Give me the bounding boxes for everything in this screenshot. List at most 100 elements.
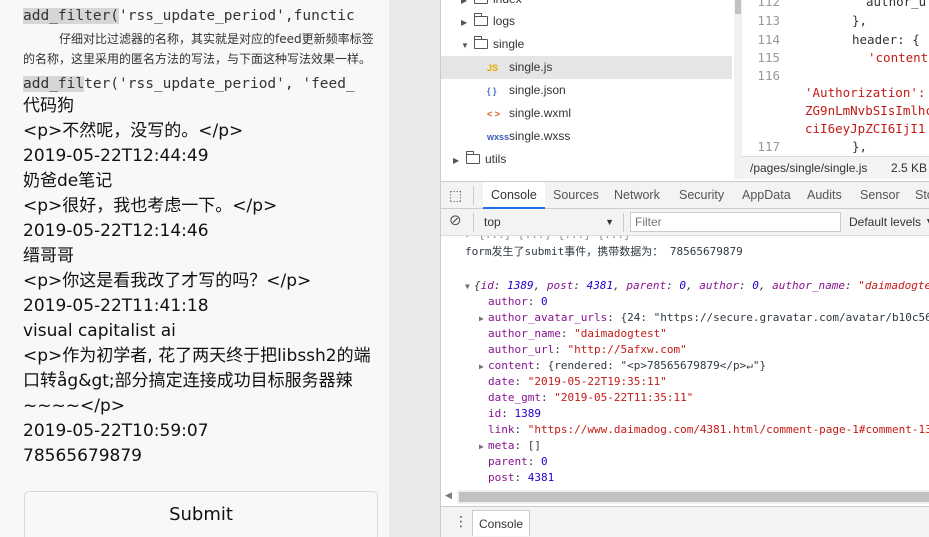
code-line: }, [852, 13, 868, 28]
prop-value: {rendered: "<p>78565679879</p>↵"} [547, 359, 767, 372]
collapsed-triangle-icon[interactable]: ▶ [461, 11, 471, 34]
console-property-row: author_name: "daimadogtest" [488, 327, 667, 340]
prop-key: link [488, 423, 515, 436]
collapse-triangle-icon[interactable]: ▼ [465, 279, 474, 295]
console-property-row: date_gmt: "2019-05-22T11:35:11" [488, 391, 694, 404]
code-line: }, [852, 139, 868, 154]
code-snippet-line-1: add_filter('rss_update_period',functic [23, 6, 378, 26]
comment-list: 代码狗 <p>不然呢，没写的。</p> 2019-05-22T12:44:49 奶爸d… [23, 94, 378, 469]
tree-item[interactable]: ▶ logs [461, 10, 515, 33]
comment-entry: <p>你这是看我改了才写的吗？</p> [23, 271, 312, 291]
tree-item[interactable]: < > single.wxml [487, 102, 571, 125]
prop-key: author [488, 295, 528, 308]
expand-triangle-icon[interactable]: ▶ [479, 439, 488, 455]
expanded-triangle-icon[interactable]: ▼ [461, 34, 471, 57]
tree-item[interactable]: ▶ utils [453, 148, 506, 171]
tab-audits[interactable]: Audits [807, 182, 842, 209]
prop-key: parent [488, 455, 528, 468]
console-drawer: ⋮ Console [441, 506, 929, 537]
expand-triangle-icon[interactable]: ▶ [479, 311, 488, 327]
console-line-truncated: ▸ {...} [...] {...} {...} [465, 236, 631, 243]
comment-entry: <p>不然呢，没写的。</p> [23, 121, 244, 141]
prop-key: author_name [772, 279, 845, 292]
console-filter-input[interactable] [630, 212, 841, 232]
folder-icon [474, 35, 488, 49]
console-property-row[interactable]: ▶ content: {rendered: "<p>78565679879</p>… [479, 358, 766, 374]
js-file-icon: JS [487, 63, 499, 73]
tab-storage[interactable]: Sto [915, 182, 929, 209]
prop-value: 0 [679, 279, 686, 292]
inspect-element-icon[interactable]: ⬚ [449, 187, 462, 204]
code-line: ciI6eyJpZCI6IjI1 [805, 121, 926, 136]
console-property-row: parent: 0 [488, 455, 548, 468]
file-tree-scrollbar[interactable] [734, 0, 742, 179]
comment-entry: 奶爸de笔记 [23, 171, 113, 191]
console-horizontal-scrollbar[interactable] [457, 490, 929, 504]
tree-item[interactable]: JS single.js [441, 56, 732, 79]
scrollbar-thumb[interactable] [735, 0, 741, 14]
wxml-file-icon: < > [487, 109, 501, 119]
tab-network[interactable]: Network [614, 182, 660, 209]
clear-console-icon[interactable]: ⊘ [449, 211, 462, 229]
tab-sensor[interactable]: Sensor [860, 182, 900, 209]
comment-entry: <p>作为初学者, 花了两天终于把libssh2的端口转åg&gt;部分搞定连接… [23, 346, 371, 416]
article-paragraph: 仔细对比过滤器的名称，其实就是对应的feed更新频率标签的名称，这里采用的匿名方… [23, 32, 374, 66]
tree-item-label: single.wxss [509, 129, 571, 143]
scroll-left-icon[interactable]: ◀ [445, 490, 452, 501]
log-levels-dropdown[interactable]: Default levels ▼ [849, 212, 929, 233]
console-property-row: link: "https://www.daimadog.com/4381.htm… [479, 422, 929, 438]
panel-divider[interactable] [389, 0, 440, 537]
console-property-row[interactable]: ▶ meta: [] [479, 438, 541, 454]
prop-key: content [488, 359, 535, 372]
code-line: header: { [852, 32, 920, 47]
tree-item-label: single [493, 37, 525, 51]
tab-sources[interactable]: Sources [553, 182, 599, 209]
tab-console[interactable]: Console [483, 182, 545, 209]
prop-key: author_url [488, 343, 555, 356]
console-property-row[interactable]: ▶ author_avatar_urls: {24: "https://secur… [479, 310, 929, 326]
context-select[interactable]: top ▼ [480, 212, 618, 233]
prop-value: {24: "https://secure.gravatar.com/avatar… [620, 311, 929, 324]
code-snippet-line-2: add_filter('rss_update_period', 'feed_ [23, 74, 378, 94]
filter-separator [623, 213, 624, 232]
prop-value: 4381 [527, 471, 555, 484]
line-number: 116 [757, 68, 780, 83]
prop-key: author [699, 279, 739, 292]
tree-item[interactable]: { } single.json [487, 79, 566, 102]
console-property-row: id: 1389 [488, 407, 541, 420]
drawer-menu-icon[interactable]: ⋮ [454, 512, 468, 530]
prop-key: id [480, 279, 494, 292]
simulator-content: add_filter('rss_update_period',functic 仔… [23, 6, 378, 469]
prop-key: meta [488, 439, 515, 452]
code-editor[interactable]: 112 113 114 115 116 117 author_u }, head… [742, 0, 929, 179]
tree-item[interactable]: wxsssingle.wxss [487, 125, 570, 148]
brace: { [474, 279, 481, 292]
wxss-file-icon: wxss [487, 132, 510, 142]
prop-key: author_avatar_urls [488, 311, 608, 324]
console-property-row: author: 0 [488, 295, 548, 308]
tree-item[interactable]: ▼ single [461, 33, 524, 56]
console-property-row: author_url: "http://5afxw.com" [488, 343, 687, 356]
prop-value: "2019-05-22T19:35:11" [527, 375, 667, 388]
editor-status-bar: /pages/single/single.js 2.5 KB [742, 156, 929, 179]
prop-value: [] [527, 439, 541, 452]
tab-security[interactable]: Security [679, 182, 724, 209]
tab-appdata[interactable]: AppData [742, 182, 791, 209]
comment-entry: <p>很好，我也考虑一下。</p> [23, 196, 278, 216]
expand-triangle-icon[interactable]: ▶ [479, 359, 488, 375]
scrollbar-thumb[interactable] [459, 492, 929, 502]
prop-key: post [488, 471, 515, 484]
line-number: 114 [757, 32, 780, 47]
submit-button[interactable]: Submit [24, 491, 378, 537]
drawer-tab-console[interactable]: Console [472, 510, 531, 536]
file-tree: ▶ index ▶ logs ▼ single JS single.js { } single.j… [441, 0, 734, 179]
prop-value: 0 [541, 295, 548, 308]
comment-entry: 代码狗 [23, 96, 74, 116]
code-line: author_u [866, 0, 927, 9]
console-filter-bar: ⊘ top ▼ Default levels ▼ [441, 209, 929, 236]
filter-separator [473, 213, 474, 232]
collapsed-triangle-icon[interactable]: ▶ [453, 149, 463, 172]
console-object-summary[interactable]: ▼ {id: 1389, post: 4381, parent: 0, autho… [465, 278, 929, 294]
tree-item-label: single.json [509, 83, 566, 97]
prop-value: "https://www.daimadog.com/4381.html/comm… [527, 423, 929, 436]
